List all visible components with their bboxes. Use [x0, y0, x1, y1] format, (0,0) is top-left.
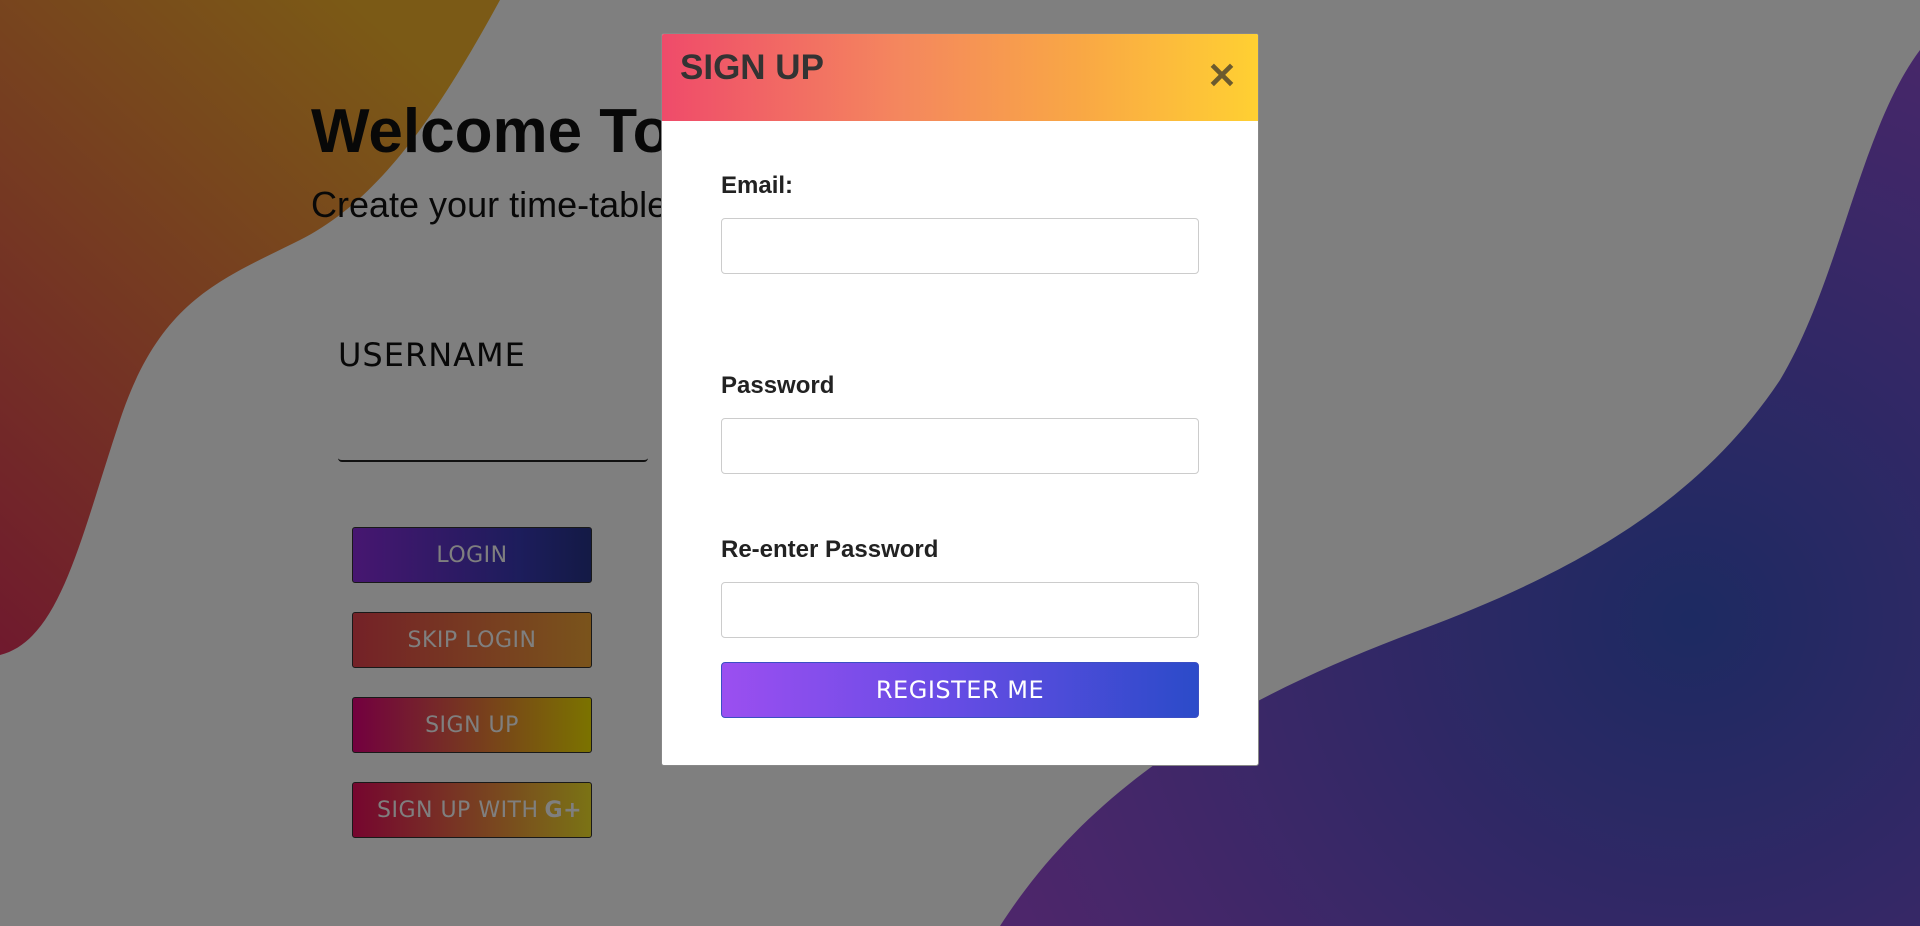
email-field[interactable]	[721, 218, 1199, 274]
email-label: Email:	[721, 172, 794, 199]
modal-header: SIGN UP ✕	[662, 34, 1258, 121]
register-button-label: REGISTER ME	[875, 676, 1045, 704]
sign-up-modal: SIGN UP ✕ Email: Password Re-enter Passw…	[661, 33, 1259, 766]
modal-title: SIGN UP	[680, 48, 824, 87]
register-button[interactable]: REGISTER ME	[721, 662, 1199, 718]
password-field[interactable]	[721, 418, 1199, 474]
close-icon[interactable]: ✕	[1204, 58, 1240, 94]
password-label: Password	[721, 372, 835, 399]
reenter-password-label: Re-enter Password	[721, 536, 939, 563]
reenter-password-field[interactable]	[721, 582, 1199, 638]
